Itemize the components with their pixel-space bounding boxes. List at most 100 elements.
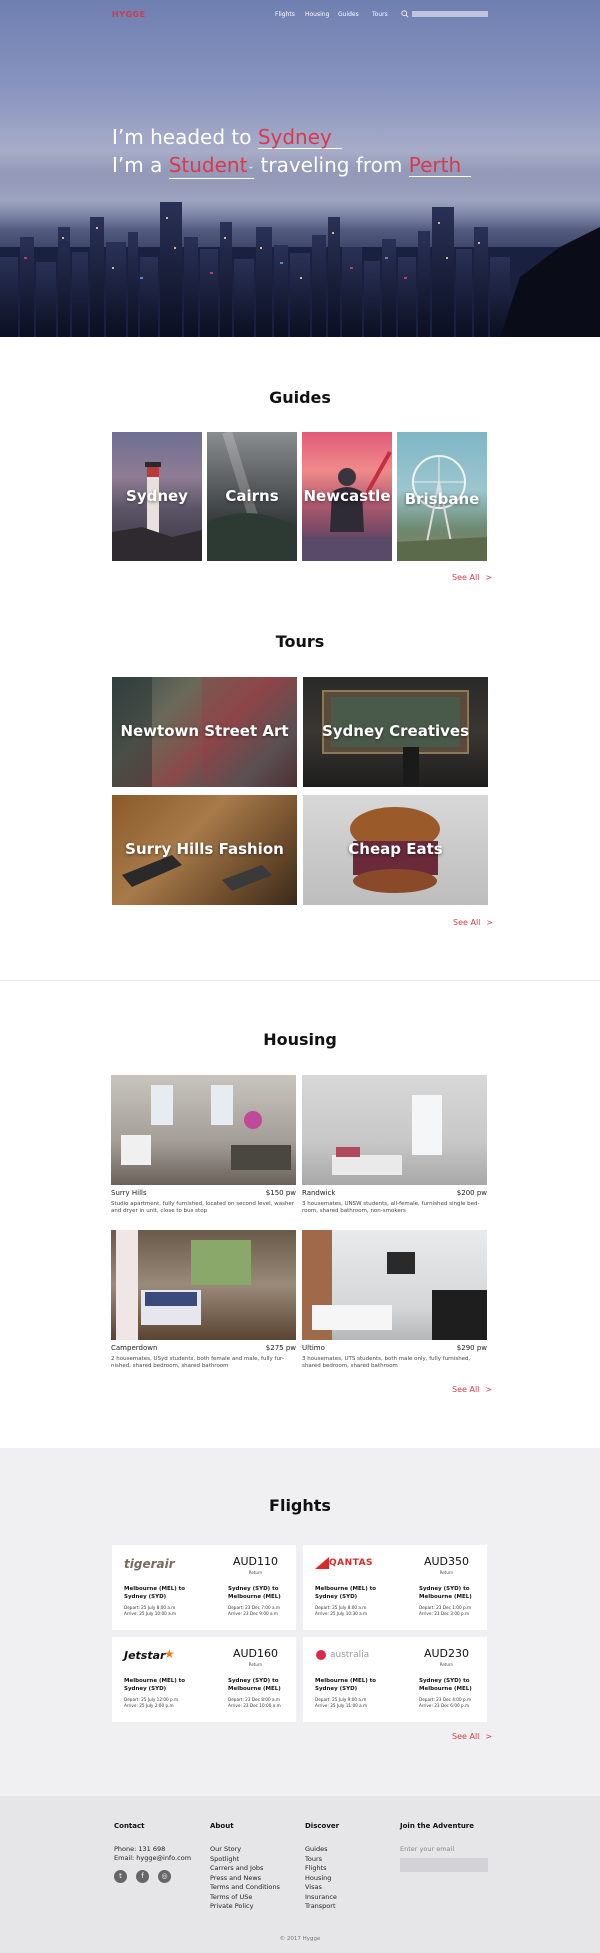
listing-suburb: Surry Hills	[111, 1189, 147, 1197]
nav-link-housing[interactable]: Housing	[305, 11, 329, 18]
tours-title: Tours	[275, 632, 325, 651]
link-privacy[interactable]: Private Policy	[210, 1902, 280, 1912]
footer-contact-title: Contact	[114, 1822, 145, 1830]
chevron-right-icon: >	[485, 1385, 493, 1394]
link-housing[interactable]: Housing	[305, 1874, 337, 1884]
listing-image[interactable]	[302, 1075, 487, 1185]
see-all-text: See All	[452, 573, 480, 582]
arrive-time: Arrive: 23 Dec 3:00 p.m	[419, 1611, 470, 1616]
listing-suburb: Randwick	[302, 1189, 336, 1197]
twitter-icon[interactable]: t	[114, 1870, 127, 1883]
tour-label: Cheap Eats	[348, 840, 443, 859]
contact-email[interactable]: Email: hygge@info.com	[114, 1854, 191, 1864]
facebook-icon[interactable]: f	[136, 1870, 149, 1883]
outbound-route: Melbourne (MEL) to Sydney (SYD)	[315, 1586, 377, 1600]
search-input[interactable]	[412, 11, 488, 17]
top-nav: HYGGE Flights Housing Guides Tours	[0, 0, 600, 30]
tour-label: Surry Hills Fashion	[125, 840, 284, 859]
flights-title: Flights	[269, 1496, 331, 1515]
flight-card[interactable]: QANTAS AUD350 Return Melbourne (MEL) to …	[303, 1545, 487, 1630]
newsletter-email-input[interactable]	[400, 1858, 488, 1872]
outbound-route: Melbourne (MEL) to Sydney (SYD)	[124, 1586, 186, 1600]
listing-description: 2 housemates, USyd students, both female…	[111, 1356, 284, 1369]
arrive-time: Arrive: 23 Dec 9:00 a.m	[228, 1611, 278, 1616]
link-tours[interactable]: Tours	[305, 1855, 337, 1865]
return-times: Depart: 23 Dec 1:00 p.m Arrive: 23 Dec 3:…	[419, 1605, 499, 1617]
return-times: Depart: 23 Dec 8:00 a.m Arrive: 23 Dec 10…	[228, 1697, 308, 1709]
guide-label: Brisbane	[404, 489, 480, 508]
link-transport[interactable]: Transport	[305, 1902, 337, 1912]
link-flights[interactable]: Flights	[305, 1864, 337, 1874]
tour-label: Newtown Street Art	[120, 722, 289, 741]
living-room-image	[121, 1085, 291, 1170]
return-route: Sydney (SYD) to Melbourne (MEL)	[228, 1586, 281, 1600]
guide-card-sydney[interactable]: Sydney	[112, 432, 202, 561]
outbound-route: Melbourne (MEL) to Sydney (SYD)	[124, 1678, 186, 1692]
link-insurance[interactable]: Insurance	[305, 1893, 337, 1903]
link-terms-conditions[interactable]: Terms and Conditions	[210, 1883, 280, 1893]
flights-see-all-link[interactable]: See All >	[452, 1732, 492, 1741]
tour-card-sydney-creatives[interactable]: Sydney Creatives	[303, 677, 488, 787]
tours-see-all-link[interactable]: See All >	[453, 918, 493, 927]
flight-card[interactable]: australia AUD230 Return Melbourne (MEL) …	[303, 1637, 487, 1722]
origin-select[interactable]: Perth	[408, 154, 472, 177]
destination-select[interactable]: Sydney	[257, 126, 342, 149]
guide-card-cairns[interactable]: Cairns	[207, 432, 297, 561]
arrive-time: Arrive: 23 Dec 10:00 a.m	[228, 1703, 281, 1708]
see-all-text: See All	[453, 918, 481, 927]
airline-logo-tigerair: tigerair	[124, 1557, 175, 1571]
footer-discover-title: Discover	[305, 1822, 340, 1830]
listing-price: $200 pw	[456, 1189, 487, 1197]
trip-type: Return	[248, 1570, 262, 1575]
tour-card-cheap-eats[interactable]: Cheap Eats	[303, 795, 488, 905]
listing-image[interactable]	[111, 1075, 296, 1185]
nav-link-tours[interactable]: Tours	[372, 11, 388, 18]
link-our-story[interactable]: Our Story	[210, 1845, 280, 1855]
listing-image[interactable]	[111, 1230, 296, 1340]
virgin-logo-icon	[316, 1650, 326, 1660]
link-careers[interactable]: Carrers and Jobs	[210, 1864, 280, 1874]
arrive-time: Arrive: 25 July 10:00 a.m	[124, 1611, 177, 1616]
search-icon[interactable]	[401, 10, 409, 18]
see-all-text: See All	[452, 1732, 480, 1741]
link-terms-use[interactable]: Terms of USe	[210, 1893, 280, 1903]
listing-price: $150 pw	[265, 1189, 296, 1197]
return-route: Sydney (SYD) to Melbourne (MEL)	[419, 1586, 472, 1600]
trip-type: Return	[439, 1570, 453, 1575]
flight-card[interactable]: tigerair AUD110 Return Melbourne (MEL) t…	[112, 1545, 296, 1630]
role-select[interactable]: Student⌄	[168, 154, 255, 179]
kangaroo-icon	[315, 1557, 329, 1569]
listing-image[interactable]	[302, 1230, 487, 1340]
guides-see-all-link[interactable]: See All >	[452, 573, 492, 582]
chevron-right-icon: >	[485, 573, 493, 582]
link-guides[interactable]: Guides	[305, 1845, 337, 1855]
star-icon: ★	[164, 1647, 175, 1661]
nav-link-guides[interactable]: Guides	[338, 11, 359, 18]
hero-banner: HYGGE Flights Housing Guides Tours I’m h…	[0, 0, 600, 337]
listing-description: Studio apartment, fully furnished, locat…	[111, 1201, 295, 1214]
footer-about-links: Our Story Spotlight Carrers and Jobs Pre…	[210, 1845, 280, 1912]
guide-card-newcastle[interactable]: Newcastle	[302, 432, 392, 561]
link-visas[interactable]: Visas	[305, 1883, 337, 1893]
tour-card-surry-hills-fashion[interactable]: Surry Hills Fashion	[112, 795, 297, 905]
housing-see-all-link[interactable]: See All >	[452, 1385, 492, 1394]
instagram-icon[interactable]: ◎	[158, 1870, 171, 1883]
flight-price: AUD110	[232, 1555, 278, 1568]
listing-suburb: Camperdown	[111, 1344, 158, 1352]
nav-link-flights[interactable]: Flights	[275, 11, 295, 18]
link-spotlight[interactable]: Spotlight	[210, 1855, 280, 1865]
link-press[interactable]: Press and News	[210, 1874, 280, 1884]
logo[interactable]: HYGGE	[112, 10, 146, 19]
footer	[0, 1796, 600, 1953]
tour-card-newtown-street-art[interactable]: Newtown Street Art	[112, 677, 297, 787]
arrive-time: Arrive: 23 Dec 6:00 p.m	[419, 1703, 470, 1708]
bedroom-image	[116, 1230, 251, 1340]
hero-line-destination: I’m headed to Sydney	[112, 125, 342, 149]
guide-label: Sydney	[126, 486, 188, 505]
guide-card-brisbane[interactable]: Brisbane	[397, 432, 487, 561]
flight-card[interactable]: Jetstar ★ AUD160 Return Melbourne (MEL) …	[112, 1637, 296, 1722]
flight-price: AUD230	[423, 1647, 469, 1660]
email-label: Enter your email	[400, 1845, 455, 1853]
airline-logo-virgin-australia: australia	[330, 1650, 370, 1660]
flight-price: AUD160	[232, 1647, 278, 1660]
